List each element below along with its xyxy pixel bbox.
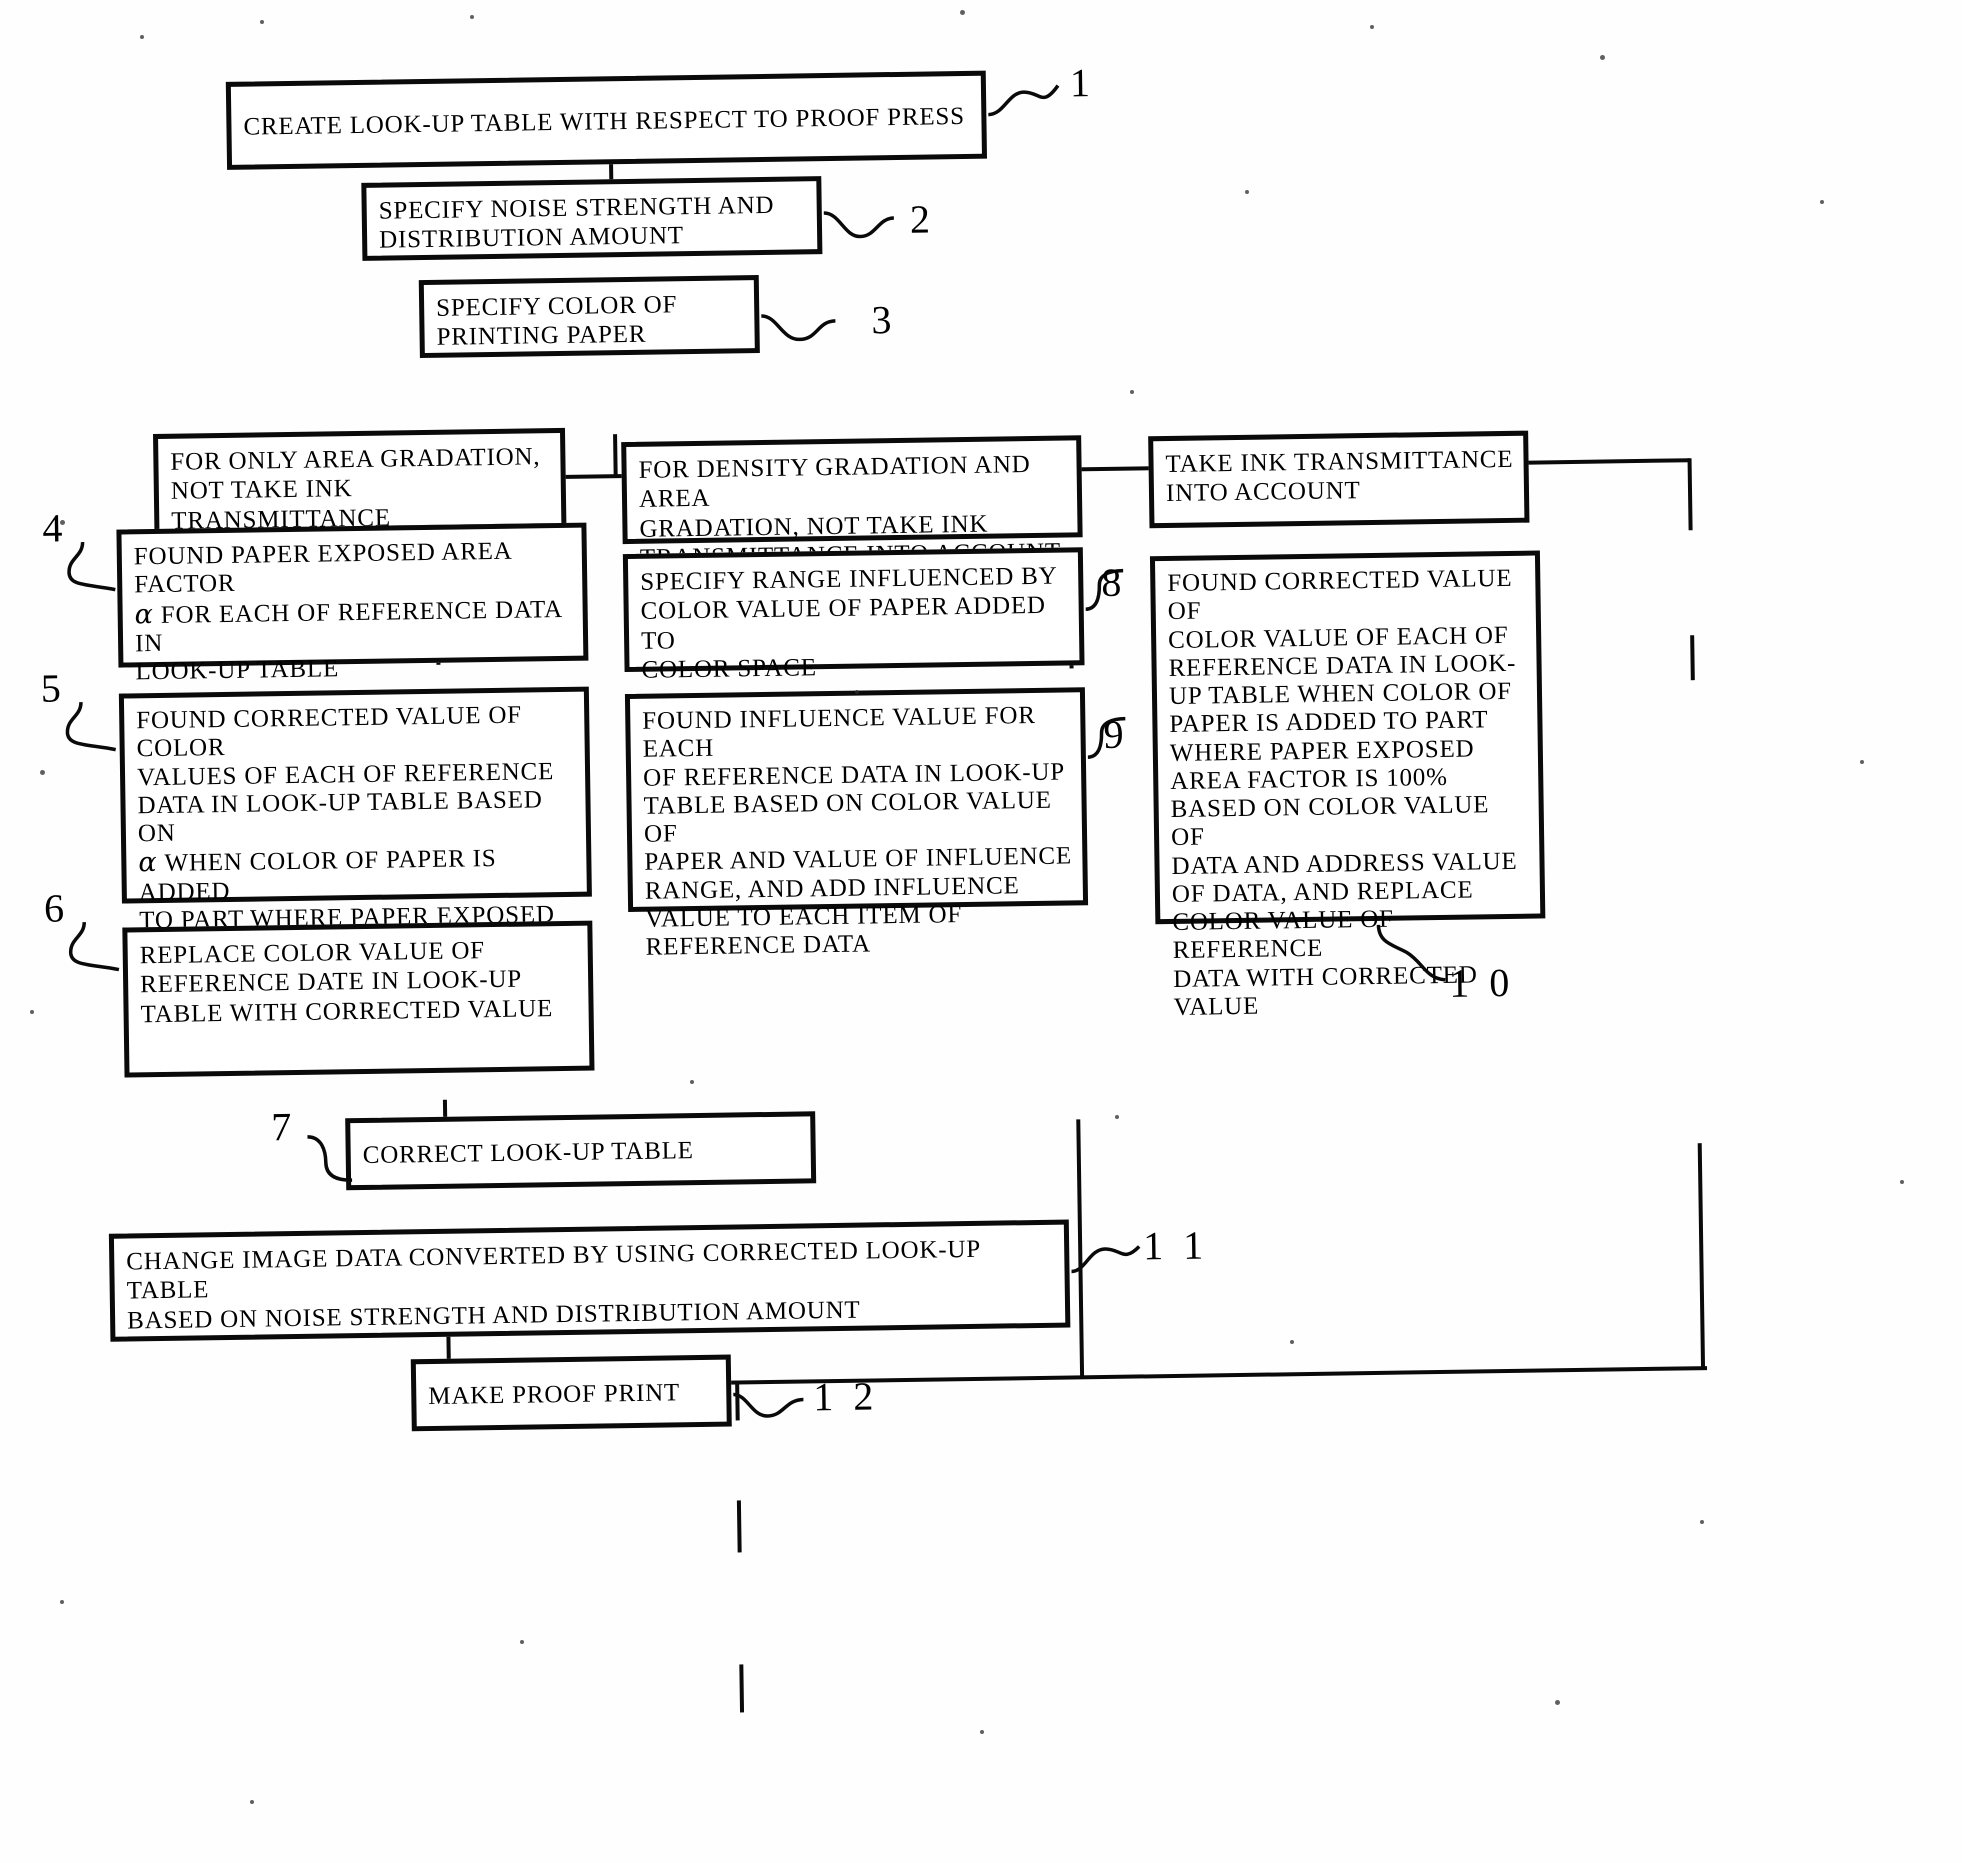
scan-speck [1370, 25, 1374, 29]
leader-line-7 [307, 1135, 353, 1182]
scan-speck [1555, 1700, 1560, 1705]
scan-speck [250, 1800, 254, 1804]
leader-line-5 [65, 701, 117, 752]
ref-numeral-7: 7 [270, 1103, 297, 1150]
leader-line-2 [823, 211, 895, 239]
step-box-specify-noise[interactable]: SPECIFY NOISE STRENGTH AND DISTRIBUTION … [361, 176, 823, 261]
ref-numeral-5: 5 [40, 665, 67, 711]
scan-speck [1130, 390, 1134, 394]
leader-line-1 [988, 84, 1060, 117]
ref-numeral-2: 2 [909, 196, 936, 242]
figure-sheet: CREATE LOOK-UP TABLE WITH RESPECT TO PRO… [0, 0, 1962, 1863]
connector-7-to-11 [736, 1500, 742, 1553]
n5-text-pre: FOUND CORRECTED VALUE OF COLOR VALUES OF… [136, 701, 555, 848]
scan-speck [260, 20, 264, 24]
branch-box-density-and-area-gradation[interactable]: FOR DENSITY GRADATION AND AREA GRADATION… [621, 435, 1083, 572]
scan-speck [980, 1730, 984, 1734]
scan-speck [470, 15, 474, 19]
leader-line-4 [67, 541, 116, 592]
step-box-create-lut[interactable]: CREATE LOOK-UP TABLE WITH RESPECT TO PRO… [225, 70, 988, 170]
branch-box-area-gradation-only[interactable]: FOR ONLY AREA GRADATION, NOT TAKE INK TR… [153, 427, 567, 564]
leader-line-12 [733, 1392, 804, 1418]
connector-11-to-12 [739, 1664, 745, 1713]
scan-speck [1245, 190, 1249, 194]
scan-speck [960, 10, 965, 15]
connector-3-to-bus [613, 434, 618, 477]
step-box-found-paper-exposed-area-factor[interactable]: FOUND PAPER EXPOSED AREA FACTOR α FOR EA… [116, 522, 589, 686]
ref-numeral-1: 1 [1069, 60, 1096, 106]
step-box-specify-influence-range[interactable]: SPECIFY RANGE INFLUENCED BY COLOR VALUE … [622, 547, 1085, 684]
scan-speck [1290, 1340, 1294, 1344]
scan-speck [30, 1010, 34, 1014]
ref-numeral-11: 1 1 [1142, 1222, 1209, 1269]
scan-speck [1860, 760, 1864, 764]
ref-numeral-9: 9 [1103, 711, 1129, 757]
ref-numeral-3: 3 [871, 296, 897, 343]
scan-speck [520, 1640, 524, 1644]
branch-drop-right [1687, 458, 1693, 531]
scan-speck [1820, 200, 1824, 204]
alpha-symbol-n5: α [138, 847, 158, 879]
leader-line-6 [68, 921, 120, 972]
ref-numeral-6: 6 [43, 885, 70, 931]
step-box-replace-color-value[interactable]: REPLACE COLOR VALUE OF REFERENCE DATE IN… [122, 920, 595, 1078]
scan-speck [140, 35, 144, 39]
step-box-found-corrected-color-values[interactable]: FOUND CORRECTED VALUE OF COLOR VALUES OF… [118, 686, 592, 963]
branch-box-take-ink-transmittance[interactable]: TAKE INK TRANSMITTANCE INTO ACCOUNT [1148, 430, 1530, 529]
scan-speck [1700, 1520, 1704, 1524]
ref-numeral-8: 8 [1100, 559, 1127, 605]
scan-speck [60, 520, 65, 525]
n4-text-post: FOR EACH OF REFERENCE DATA IN LOOK-UP TA… [134, 595, 562, 686]
step-box-correct-lut[interactable]: CORRECT LOOK-UP TABLE [345, 1111, 817, 1191]
ref-numeral-12: 1 2 [813, 1373, 879, 1420]
scan-speck [60, 1600, 64, 1604]
step-box-change-image-data[interactable]: CHANGE IMAGE DATA CONVERTED BY USING COR… [108, 1219, 1071, 1342]
ref-numeral-10: 1 0 [1448, 959, 1515, 1006]
scan-speck [1115, 1115, 1119, 1119]
step-box-found-corrected-value-ink-transmittance[interactable]: FOUND CORRECTED VALUE OF COLOR VALUE OF … [1149, 550, 1546, 1021]
connector-c-to-10 [1690, 635, 1695, 681]
leader-line-3 [761, 314, 836, 342]
step-box-make-proof-print[interactable]: MAKE PROOF PRINT [410, 1354, 732, 1432]
flowchart-canvas: CREATE LOOK-UP TABLE WITH RESPECT TO PRO… [0, 0, 1962, 1863]
n4-text-pre: FOUND PAPER EXPOSED AREA FACTOR [133, 537, 512, 599]
scan-speck [1600, 55, 1605, 60]
connector-10-down [1697, 1143, 1706, 1370]
alpha-symbol-n4: α [134, 598, 154, 630]
leader-line-11 [1071, 1245, 1141, 1274]
ref-numeral-4: 4 [42, 505, 68, 551]
step-box-found-influence-value[interactable]: FOUND INFLUENCE VALUE FOR EACH OF REFERE… [624, 687, 1089, 961]
scan-speck [690, 1080, 694, 1084]
scan-speck [855, 690, 859, 694]
scan-speck [1900, 1180, 1904, 1184]
step-box-specify-paper-color[interactable]: SPECIFY COLOR OF PRINTING PAPER [418, 275, 760, 359]
scan-speck [40, 770, 45, 775]
